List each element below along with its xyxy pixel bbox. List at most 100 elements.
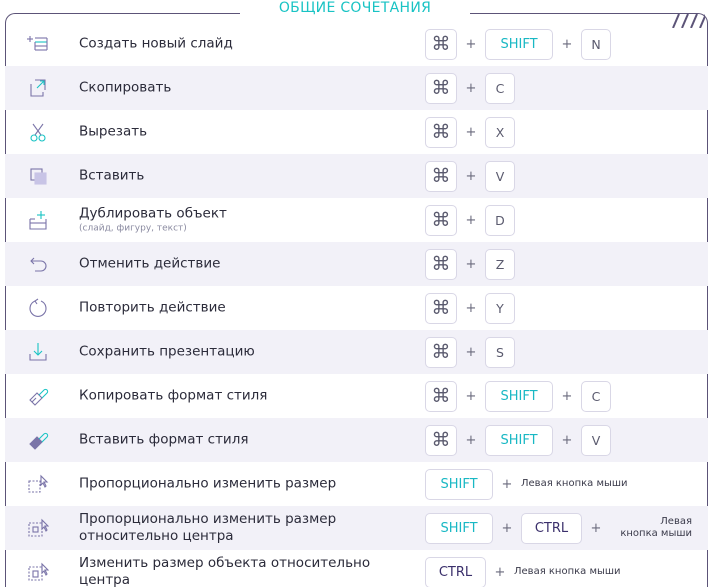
key-combo: SHIFT + Левая кнопка мыши: [425, 468, 628, 500]
shortcut-label: Вставить формат стиля: [79, 431, 249, 448]
plus-sign: +: [465, 256, 477, 272]
plus-sign: +: [465, 300, 477, 316]
shortcut-row: Вставить формат стиля ⌘ + SHIFT + V: [5, 418, 708, 462]
shortcut-row: Изменить размер объекта относительно цен…: [5, 550, 708, 587]
plus-sign: +: [561, 36, 573, 52]
svg-text:⌘: ⌘: [432, 385, 451, 407]
plus-sign: +: [561, 388, 573, 404]
new-slide-icon: [27, 33, 49, 55]
shift-key: SHIFT: [425, 512, 493, 544]
format-brush-filled-icon: [27, 429, 49, 451]
plus-sign: +: [501, 476, 513, 492]
section-title: ОБЩИЕ СОЧЕТАНИЯ: [240, 0, 470, 20]
key-combo: SHIFT + CTRL + Левая кнопка мыши: [425, 512, 692, 544]
plus-sign: +: [465, 80, 477, 96]
cmd-key: ⌘: [425, 28, 457, 60]
cmd-key: ⌘: [425, 292, 457, 324]
redo-icon: [27, 297, 49, 319]
plus-sign: +: [561, 432, 573, 448]
letter-key: C: [485, 72, 515, 104]
shortcut-label: Вырезать: [79, 123, 148, 140]
svg-text:⌘: ⌘: [432, 77, 451, 99]
mouse-button-label: Левая кнопка мыши: [610, 516, 692, 540]
svg-text:⌘: ⌘: [432, 429, 451, 451]
mouse-button-label: Левая кнопка мыши: [514, 566, 621, 577]
key-combo: ⌘ + X: [425, 116, 515, 148]
cmd-key: ⌘: [425, 116, 457, 148]
cmd-key: ⌘: [425, 424, 457, 456]
plus-sign: +: [494, 564, 506, 580]
ctrl-key: CTRL: [521, 512, 582, 544]
shortcut-label: Пропорционально изменить размер относите…: [79, 511, 337, 544]
scissors-icon: [27, 121, 49, 143]
shift-key: SHIFT: [485, 380, 553, 412]
key-combo: ⌘ + S: [425, 336, 515, 368]
letter-key: X: [485, 116, 515, 148]
plus-sign: +: [465, 168, 477, 184]
svg-text:⌘: ⌘: [432, 33, 451, 55]
plus-sign: +: [465, 124, 477, 140]
key-combo: CTRL + Левая кнопка мыши: [425, 556, 621, 587]
download-icon: [27, 341, 49, 363]
svg-text:⌘: ⌘: [432, 209, 451, 231]
duplicate-icon: [27, 209, 49, 231]
undo-icon: [27, 253, 49, 275]
key-combo: ⌘ + Y: [425, 292, 515, 324]
shortcut-row: Вырезать ⌘ + X: [5, 110, 708, 154]
plus-sign: +: [465, 36, 477, 52]
shortcut-row: Создать новый слайд ⌘ + SHIFT + N: [5, 22, 708, 66]
cmd-key: ⌘: [425, 248, 457, 280]
cmd-key: ⌘: [425, 72, 457, 104]
shortcut-label: Изменить размер объекта относительно цен…: [79, 555, 371, 587]
resize-icon: [27, 473, 49, 495]
shift-key: SHIFT: [425, 468, 493, 500]
key-combo: ⌘ + D: [425, 204, 515, 236]
shortcut-label: Дублировать объект (слайд, фигуру, текст…: [79, 206, 409, 235]
resize-object-icon: [27, 561, 49, 583]
key-combo: ⌘ + SHIFT + V: [425, 424, 611, 456]
plus-sign: +: [501, 520, 513, 536]
letter-key: D: [485, 204, 515, 236]
paste-icon: [27, 165, 49, 187]
shortcut-label-main: Дублировать объект: [79, 205, 227, 222]
shift-key: SHIFT: [485, 424, 553, 456]
plus-sign: +: [465, 388, 477, 404]
cmd-key: ⌘: [425, 204, 457, 236]
key-combo: ⌘ + SHIFT + N: [425, 28, 611, 60]
svg-text:⌘: ⌘: [432, 341, 451, 363]
key-combo: ⌘ + Z: [425, 248, 515, 280]
shortcut-row: Вставить ⌘ + V: [5, 154, 708, 198]
shortcut-row: Повторить действие ⌘ + Y: [5, 286, 708, 330]
shortcut-row: Копировать формат стиля ⌘ + SHIFT + C: [5, 374, 708, 418]
cmd-key: ⌘: [425, 336, 457, 368]
letter-key: C: [581, 380, 611, 412]
letter-key: Y: [485, 292, 515, 324]
svg-text:⌘: ⌘: [432, 121, 451, 143]
mouse-button-label: Левая кнопка мыши: [521, 478, 628, 489]
shortcut-label: Копировать формат стиля: [79, 387, 268, 404]
shortcut-row: Пропорционально изменить размер относите…: [5, 506, 708, 550]
letter-key: N: [581, 28, 611, 60]
plus-sign: +: [465, 432, 477, 448]
shortcut-row: Сохранить презентацию ⌘ + S: [5, 330, 708, 374]
letter-key: V: [581, 424, 611, 456]
copy-icon: [27, 77, 49, 99]
shift-key: SHIFT: [485, 28, 553, 60]
mouse-label-line: Левая: [660, 516, 692, 527]
plus-sign: +: [590, 520, 602, 536]
svg-text:⌘: ⌘: [432, 165, 451, 187]
svg-text:⌘: ⌘: [432, 253, 451, 275]
plus-sign: +: [465, 212, 477, 228]
format-brush-icon: [27, 385, 49, 407]
cmd-key: ⌘: [425, 380, 457, 412]
shortcut-label: Скопировать: [79, 79, 172, 96]
svg-text:⌘: ⌘: [432, 297, 451, 319]
shortcut-label: Создать новый слайд: [79, 35, 233, 52]
shortcut-label: Пропорционально изменить размер: [79, 475, 337, 492]
letter-key: Z: [485, 248, 515, 280]
shortcut-label: Повторить действие: [79, 299, 226, 316]
shortcut-row: Отменить действие ⌘ + Z: [5, 242, 708, 286]
shortcut-sublabel: (слайд, фигуру, текст): [79, 223, 187, 234]
shortcut-label: Сохранить презентацию: [79, 343, 255, 360]
shortcut-label: Отменить действие: [79, 255, 221, 272]
